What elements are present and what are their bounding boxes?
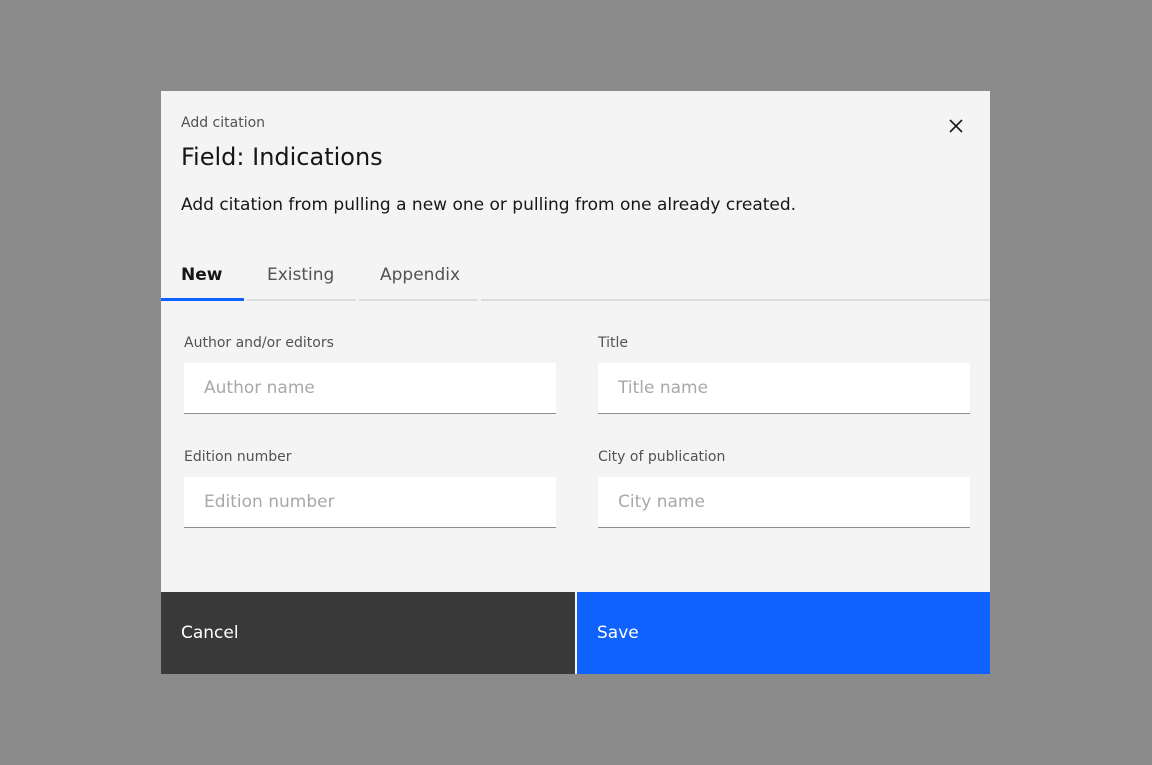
modal-description: Add citation from pulling a new one or p… <box>181 195 797 215</box>
modal-label: Add citation <box>181 115 266 131</box>
title-label: Title <box>598 335 629 351</box>
tab-divider <box>481 251 990 301</box>
city-input[interactable] <box>598 477 970 528</box>
title-input[interactable] <box>598 363 970 414</box>
tab-new[interactable]: New <box>161 251 244 301</box>
tab-existing[interactable]: Existing <box>247 251 356 301</box>
tab-list: New Existing Appendix <box>161 251 990 301</box>
save-button[interactable]: Save <box>577 592 990 674</box>
edition-input[interactable] <box>184 477 556 528</box>
close-icon <box>949 119 963 133</box>
add-citation-modal: Add citation Field: Indications Add cita… <box>161 91 990 674</box>
city-label: City of publication <box>598 449 726 465</box>
cancel-button[interactable]: Cancel <box>161 592 575 674</box>
close-button[interactable] <box>943 113 969 139</box>
tab-appendix[interactable]: Appendix <box>359 251 478 301</box>
modal-title: Field: Indications <box>181 143 383 171</box>
author-label: Author and/or editors <box>184 335 334 351</box>
author-input[interactable] <box>184 363 556 414</box>
edition-label: Edition number <box>184 449 292 465</box>
